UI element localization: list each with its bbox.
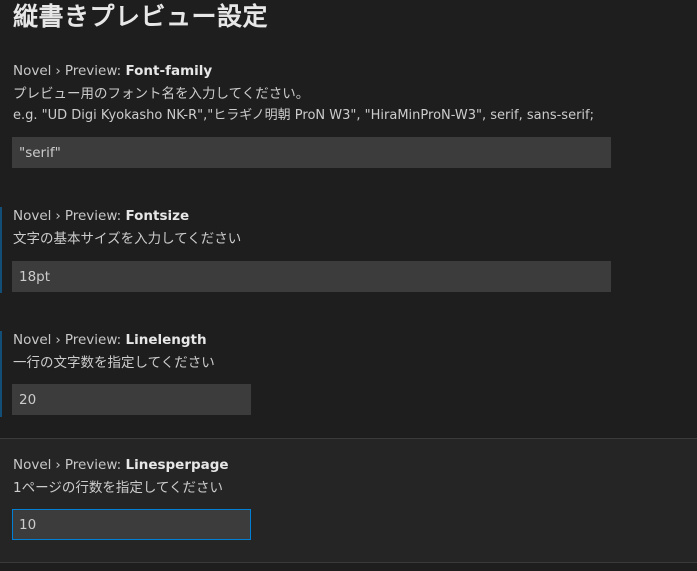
setting-linesperpage: Novel › Preview: Linesperpage 1ページの行数を指定して… (0, 0, 697, 560)
setting-subcategory: Preview: (64, 457, 122, 473)
setting-separator: › (55, 457, 61, 473)
setting-key: Linesperpage (125, 457, 229, 473)
setting-description-linesperpage: 1ページの行数を指定してください (13, 480, 224, 496)
setting-label-linesperpage: Novel › Preview: Linesperpage (13, 456, 229, 474)
setting-category: Novel (13, 457, 52, 473)
settings-editor: 縦書きプレビュー設定 Novel › Preview: Font-family プレ… (0, 0, 697, 571)
bottom-strip (0, 563, 697, 571)
linesperpage-input[interactable] (12, 509, 251, 540)
